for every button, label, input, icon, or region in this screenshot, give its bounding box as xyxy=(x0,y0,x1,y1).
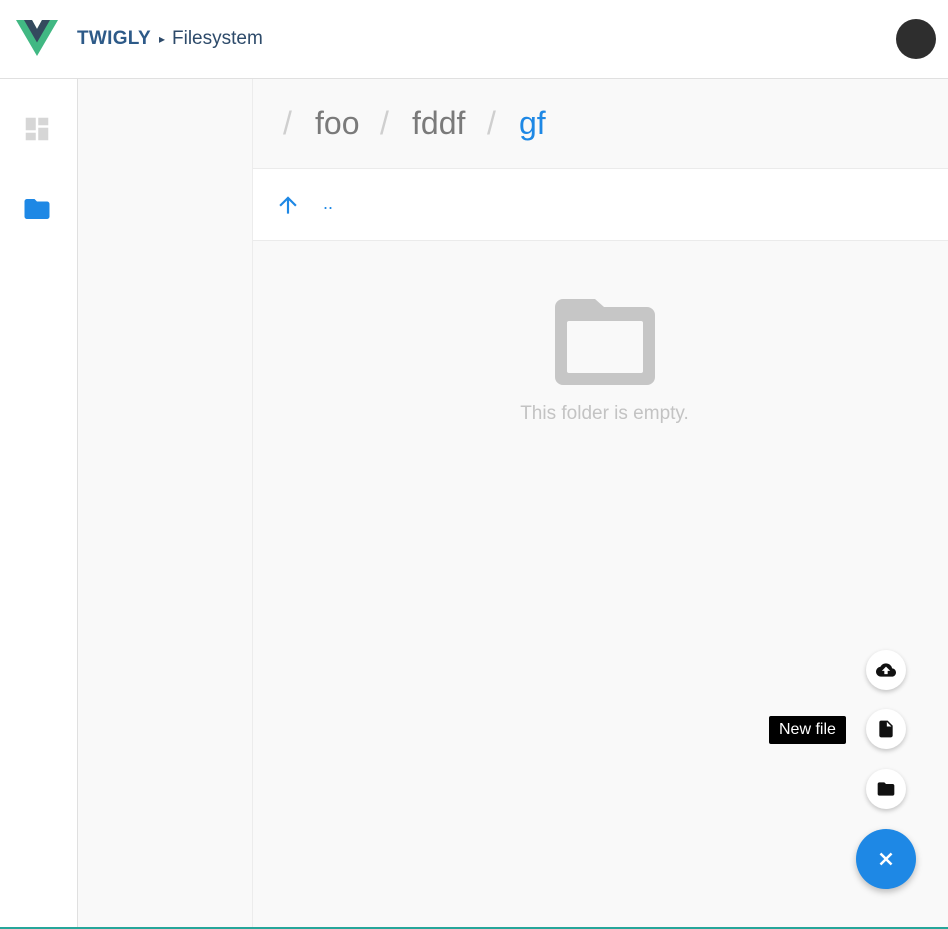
dashboard-icon xyxy=(25,117,49,141)
path-item-fddf[interactable]: fddf xyxy=(412,105,465,142)
path-separator: / xyxy=(487,105,496,141)
new-folder-icon xyxy=(877,782,895,796)
parent-directory-row[interactable]: .. xyxy=(253,169,948,241)
section-title: Filesystem xyxy=(172,28,263,49)
speed-dial-toggle-button[interactable] xyxy=(856,829,916,889)
new-file-icon xyxy=(879,720,893,738)
path-separator: / xyxy=(380,105,389,141)
app-header: TWIGLY ▸ Filesystem xyxy=(0,0,948,79)
file-browser: / foo / fddf / gf .. This folder is empt… xyxy=(253,79,948,927)
folder-tree-panel xyxy=(78,79,253,927)
nav-filesystem-button[interactable] xyxy=(22,194,52,224)
path-separator: / xyxy=(283,105,292,141)
path-item-foo[interactable]: foo xyxy=(315,105,359,142)
empty-folder-message: This folder is empty. xyxy=(520,403,689,424)
app-brand[interactable]: TWIGLY xyxy=(77,28,151,50)
vue-logo-icon[interactable] xyxy=(16,20,58,56)
empty-folder-icon xyxy=(555,299,655,385)
user-avatar[interactable] xyxy=(896,19,936,59)
path-item-current[interactable]: gf xyxy=(519,105,546,142)
new-folder-button[interactable] xyxy=(866,769,906,809)
nav-rail xyxy=(0,79,78,927)
path-breadcrumb: / foo / fddf / gf xyxy=(253,79,948,169)
arrow-up-icon xyxy=(279,196,297,214)
nav-dashboard-button[interactable] xyxy=(22,114,52,144)
new-file-tooltip: New file xyxy=(769,716,846,744)
close-icon xyxy=(879,852,893,866)
upload-file-button[interactable] xyxy=(866,650,906,690)
folder-icon xyxy=(24,199,50,219)
new-file-button[interactable] xyxy=(866,709,906,749)
cloud-upload-icon xyxy=(876,663,896,677)
breadcrumb-separator: ▸ xyxy=(159,32,166,46)
parent-directory-label: .. xyxy=(323,193,334,213)
